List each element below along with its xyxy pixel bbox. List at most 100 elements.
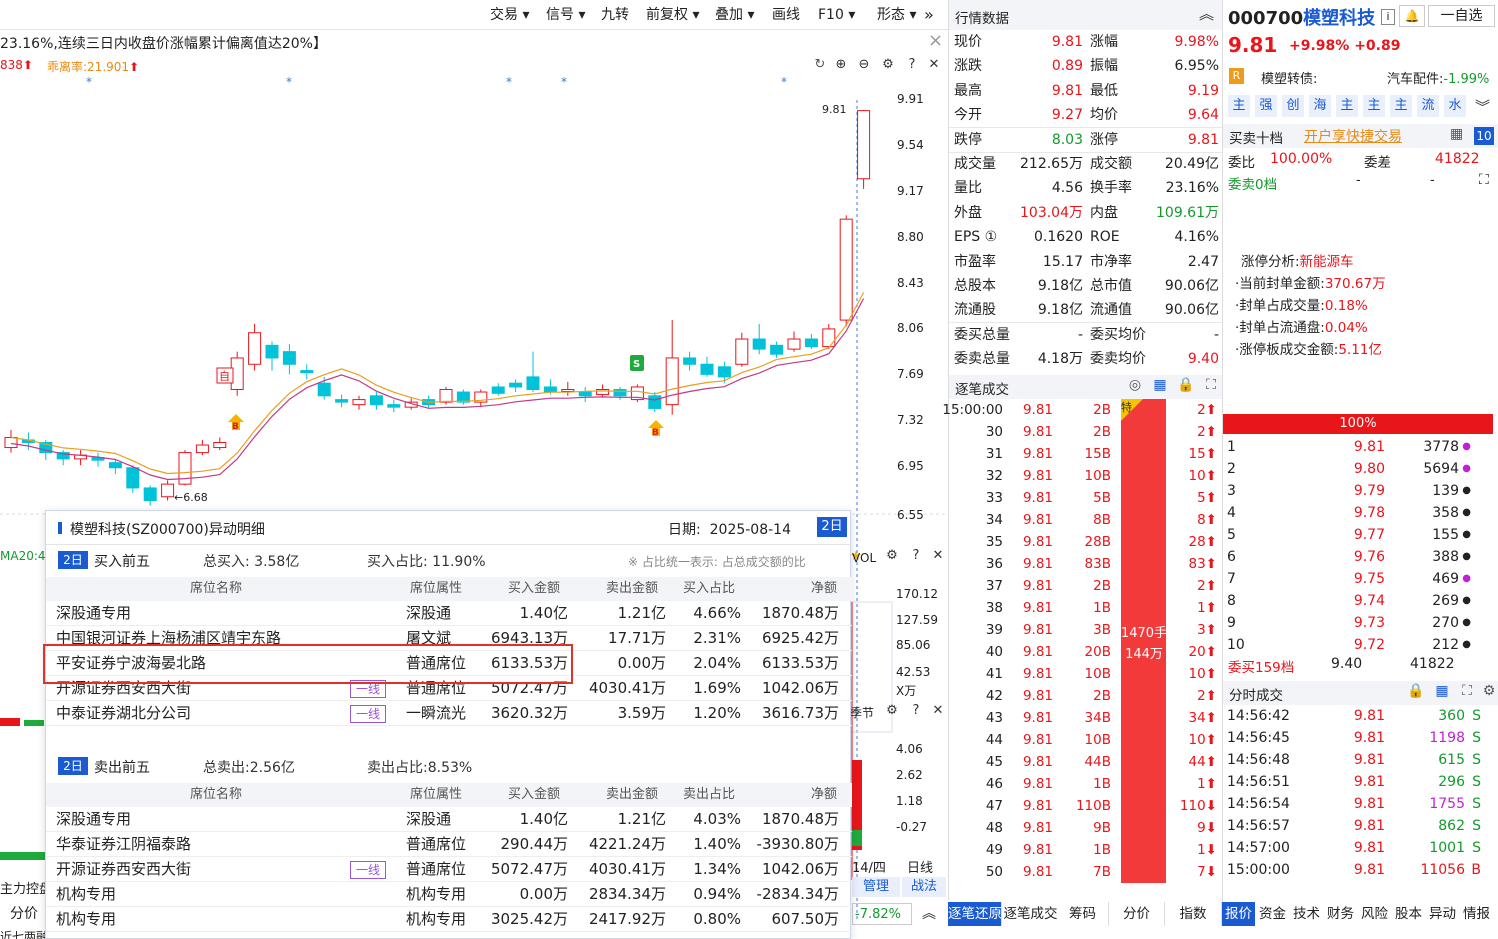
seat-ratio: 1.69% bbox=[693, 679, 741, 697]
macd-close-icon[interactable]: ✕ bbox=[928, 703, 948, 718]
table-row[interactable]: 机构专用 机构专用 3025.42万 2417.92万 0.80% 607.50万 bbox=[46, 907, 852, 932]
seat-name[interactable]: 机构专用 bbox=[56, 882, 116, 907]
bell-icon[interactable]: 🔔 bbox=[1399, 5, 1425, 27]
orderbook-level[interactable]: 9 9.73 270 ● bbox=[1223, 612, 1493, 634]
bottom-tab-right-7[interactable]: 情报 bbox=[1460, 902, 1493, 926]
stock-tag[interactable]: 流 bbox=[1417, 95, 1439, 117]
ticks-filter-icon[interactable]: ◎ bbox=[1123, 377, 1147, 393]
macd-settings-icon[interactable]: ⚙ bbox=[880, 703, 904, 718]
zoom-out-icon[interactable]: ⊖ bbox=[852, 57, 876, 72]
table-row[interactable]: 深股通专用 深股通 1.40亿 1.21亿 4.66% 1870.48万 bbox=[46, 601, 852, 626]
fenshi-grid-icon[interactable]: ▦ bbox=[1429, 683, 1455, 699]
table-row[interactable]: 华泰证券江阴福泰路 普通席位 290.44万 4221.24万 1.40% -3930.8… bbox=[46, 832, 852, 857]
manage-button[interactable]: 管理 bbox=[852, 877, 900, 897]
stock-tag[interactable]: 创 bbox=[1282, 95, 1304, 117]
concept-1[interactable]: 模塑转债: bbox=[1261, 68, 1317, 87]
close-chart-icon[interactable]: ✕ bbox=[924, 57, 944, 72]
orderbook-level[interactable]: 7 9.75 469 ● bbox=[1223, 568, 1493, 590]
bottom-tab-right-6[interactable]: 异动 bbox=[1426, 902, 1459, 926]
bottom-tab-right-1[interactable]: 资金 bbox=[1256, 902, 1289, 926]
ticks-grid-icon[interactable]: ▦ bbox=[1147, 377, 1173, 393]
bottom-news[interactable]: 近七两融 bbox=[0, 928, 48, 939]
watchlist-button[interactable]: 一自选 bbox=[1428, 5, 1495, 27]
collapse-up-icon[interactable]: ︽ bbox=[922, 903, 936, 923]
stock-tag[interactable]: 主 bbox=[1363, 95, 1385, 117]
popup-days-button[interactable]: 2日 bbox=[817, 517, 847, 537]
bottom-tab-right-2[interactable]: 技术 bbox=[1290, 902, 1323, 926]
seat-name[interactable]: 开源证券西安西大街 bbox=[56, 857, 191, 882]
bottom-tab-right-5[interactable]: 股本 bbox=[1392, 902, 1425, 926]
quote-collapse-icon[interactable]: ︽ bbox=[1199, 3, 1214, 24]
concept-2[interactable]: 汽车配件:-1.99% bbox=[1387, 68, 1489, 87]
fenjia-tab[interactable]: 分价 bbox=[10, 903, 38, 923]
abnormal-detail-popup[interactable]: 模塑科技(SZ000700)异动明细 日期: 2025-08-14 2日 2日 … bbox=[45, 510, 852, 939]
orderbook-level[interactable]: 6 9.76 388 ● bbox=[1223, 546, 1493, 568]
table-row[interactable]: 深股通专用 深股通 1.40亿 1.21亿 4.03% 1870.48万 bbox=[46, 807, 852, 832]
seat-name[interactable]: 中泰证券湖北分公司 bbox=[56, 701, 191, 726]
alert-close-icon[interactable]: × bbox=[928, 30, 943, 51]
toolbar-overlay[interactable]: 叠加 ▾ bbox=[715, 4, 754, 26]
candle-body bbox=[717, 366, 731, 378]
orderbook-level[interactable]: 8 9.74 269 ● bbox=[1223, 590, 1493, 612]
toolbar-signal[interactable]: 信号 ▾ bbox=[546, 4, 585, 26]
seat-name[interactable]: 机构专用 bbox=[56, 907, 116, 932]
rotate-icon[interactable]: ↻ bbox=[810, 57, 830, 72]
zoom-in-icon[interactable]: ⊕ bbox=[830, 57, 852, 72]
orderbook-level[interactable]: 1 9.81 3778 ● bbox=[1223, 436, 1493, 458]
stock-tag[interactable]: 主 bbox=[1336, 95, 1358, 117]
orderbook-10-button[interactable]: 10 bbox=[1474, 127, 1494, 145]
orderbook-grid-icon[interactable]: ▦ bbox=[1450, 126, 1463, 142]
toolbar-f10[interactable]: F10 ▾ bbox=[818, 4, 855, 26]
orderbook-level[interactable]: 2 9.80 5694 ● bbox=[1223, 458, 1493, 480]
toolbar-fuquan[interactable]: 前复权 ▾ bbox=[646, 4, 699, 26]
pct-field[interactable]: -7.82% bbox=[852, 903, 912, 925]
bottom-tab-0[interactable]: 逐笔还原 bbox=[948, 902, 1002, 926]
stock-tag[interactable]: 海 bbox=[1309, 95, 1331, 117]
bottom-tab-right-4[interactable]: 风险 bbox=[1358, 902, 1391, 926]
bottom-tab-4[interactable]: 指数 bbox=[1165, 902, 1222, 926]
tick-count: 9⬇ bbox=[1197, 820, 1217, 836]
tick-time: 43 bbox=[985, 710, 1003, 726]
orderbook-level[interactable]: 4 9.78 358 ● bbox=[1223, 502, 1493, 524]
tags-expand-icon[interactable]: ︾ bbox=[1475, 96, 1490, 117]
toolbar-trade[interactable]: 交易 ▾ bbox=[490, 4, 529, 26]
vol-help-icon[interactable]: ? bbox=[904, 548, 928, 563]
info-icon[interactable]: i bbox=[1381, 9, 1395, 25]
bottom-tab-2[interactable]: 筹码 bbox=[1057, 902, 1109, 926]
zhanfa-button[interactable]: 战法 bbox=[902, 877, 946, 897]
bottom-tab-3[interactable]: 分价 bbox=[1109, 902, 1165, 926]
open-account-link[interactable]: 开户享快捷交易 bbox=[1304, 126, 1402, 146]
fenshi-lock-icon[interactable]: 🔒 bbox=[1403, 683, 1429, 699]
toolbar-draw[interactable]: 画线 bbox=[772, 4, 800, 26]
vol-settings-icon[interactable]: ⚙ bbox=[880, 548, 904, 563]
toolbar-jiuzhuan[interactable]: 九转 bbox=[601, 4, 629, 26]
orderbook-level[interactable]: 3 9.79 139 ● bbox=[1223, 480, 1493, 502]
table-row[interactable]: 中泰证券湖北分公司 一线 一瞬流光 3620.32万 3.59万 1.20% 3616.73… bbox=[46, 701, 852, 726]
toolbar-pattern[interactable]: 形态 ▾ bbox=[877, 4, 916, 26]
seat-name[interactable]: 华泰证券江阴福泰路 bbox=[56, 832, 191, 857]
seat-name[interactable]: 深股通专用 bbox=[56, 601, 131, 626]
fenshi-settings-icon[interactable]: ⚙ bbox=[1479, 683, 1498, 699]
rixian-tab[interactable]: 日线 bbox=[907, 857, 933, 876]
fenshi-expand-icon[interactable]: ⛶ bbox=[1455, 683, 1479, 699]
stock-tag[interactable]: 水 bbox=[1444, 95, 1466, 117]
stock-tag[interactable]: 强 bbox=[1255, 95, 1277, 117]
table-row[interactable]: 开源证券西安西大街 一线 普通席位 5072.47万 4030.41万 1.34% 1042… bbox=[46, 857, 852, 882]
ticks-lock-icon[interactable]: 🔒 bbox=[1173, 377, 1199, 393]
stock-tag[interactable]: 主 bbox=[1228, 95, 1250, 117]
table-row[interactable]: 机构专用 机构专用 0.00万 2834.34万 0.94% -2834.34万 bbox=[46, 882, 852, 907]
bottom-tab-right-0[interactable]: 报价 bbox=[1222, 902, 1255, 926]
ticks-expand-icon[interactable]: ⛶ bbox=[1199, 377, 1223, 393]
bottom-tab-right-3[interactable]: 财务 bbox=[1324, 902, 1357, 926]
toolbar-more-icon[interactable]: » bbox=[924, 4, 934, 26]
orderbook-level[interactable]: 5 9.77 155 ● bbox=[1223, 524, 1493, 546]
settings-icon[interactable]: ⚙ bbox=[876, 57, 900, 72]
help-icon[interactable]: ? bbox=[900, 57, 924, 72]
stock-tag[interactable]: 主 bbox=[1390, 95, 1412, 117]
seat-name[interactable]: 深股通专用 bbox=[56, 807, 131, 832]
macd-help-icon[interactable]: ? bbox=[904, 703, 928, 718]
vol-close-icon[interactable]: ✕ bbox=[928, 548, 948, 563]
orderbook-level[interactable]: 10 9.72 212 ● bbox=[1223, 634, 1493, 656]
orderbook-expand-icon[interactable]: ⛶ bbox=[1479, 172, 1489, 188]
bottom-tab-1[interactable]: 逐笔成交 bbox=[1003, 902, 1059, 926]
